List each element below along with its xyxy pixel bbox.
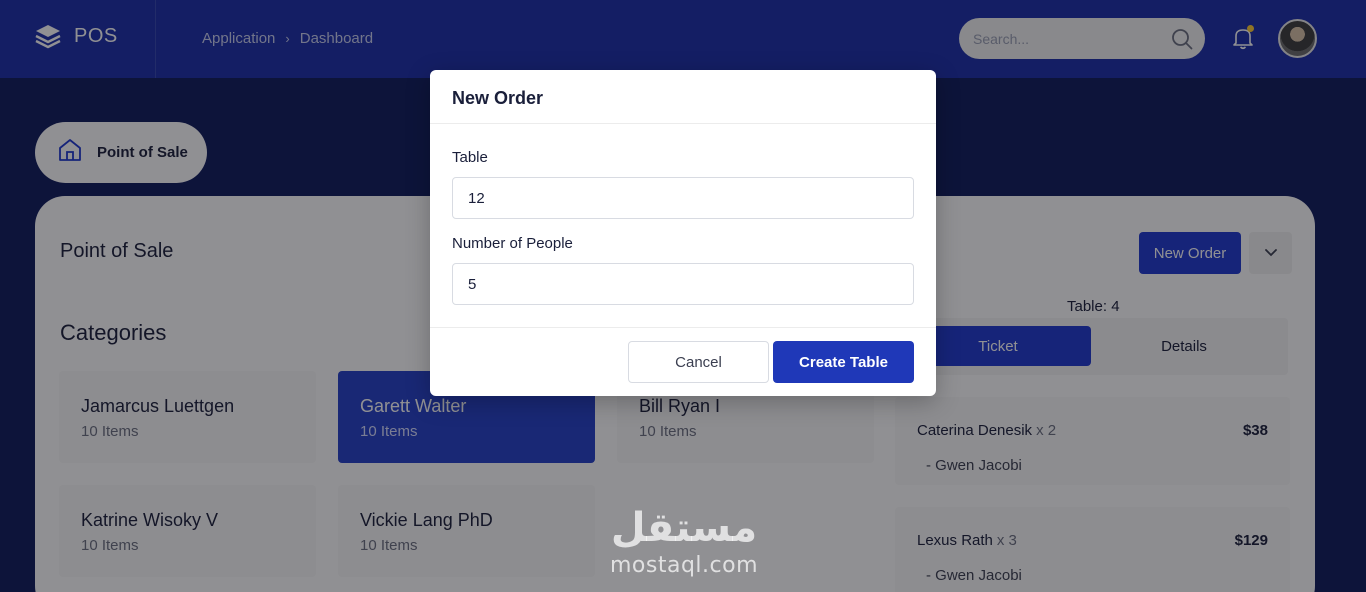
modal-header: New Order (430, 70, 936, 124)
watermark-logo: مستقل mostaql.com (604, 505, 764, 580)
people-count-input[interactable] (452, 263, 914, 305)
cancel-button[interactable]: Cancel (628, 341, 769, 383)
watermark-arabic: مستقل (610, 505, 758, 551)
table-number-input[interactable] (452, 177, 914, 219)
people-field-label: Number of People (452, 235, 573, 252)
table-field-label: Table (452, 149, 488, 166)
watermark-latin: mostaql.com (609, 553, 759, 578)
modal-footer-divider (430, 327, 936, 328)
new-order-modal: New Order Table Number of People Cancel … (430, 70, 936, 396)
modal-title: New Order (452, 88, 544, 108)
create-table-button[interactable]: Create Table (773, 341, 914, 383)
